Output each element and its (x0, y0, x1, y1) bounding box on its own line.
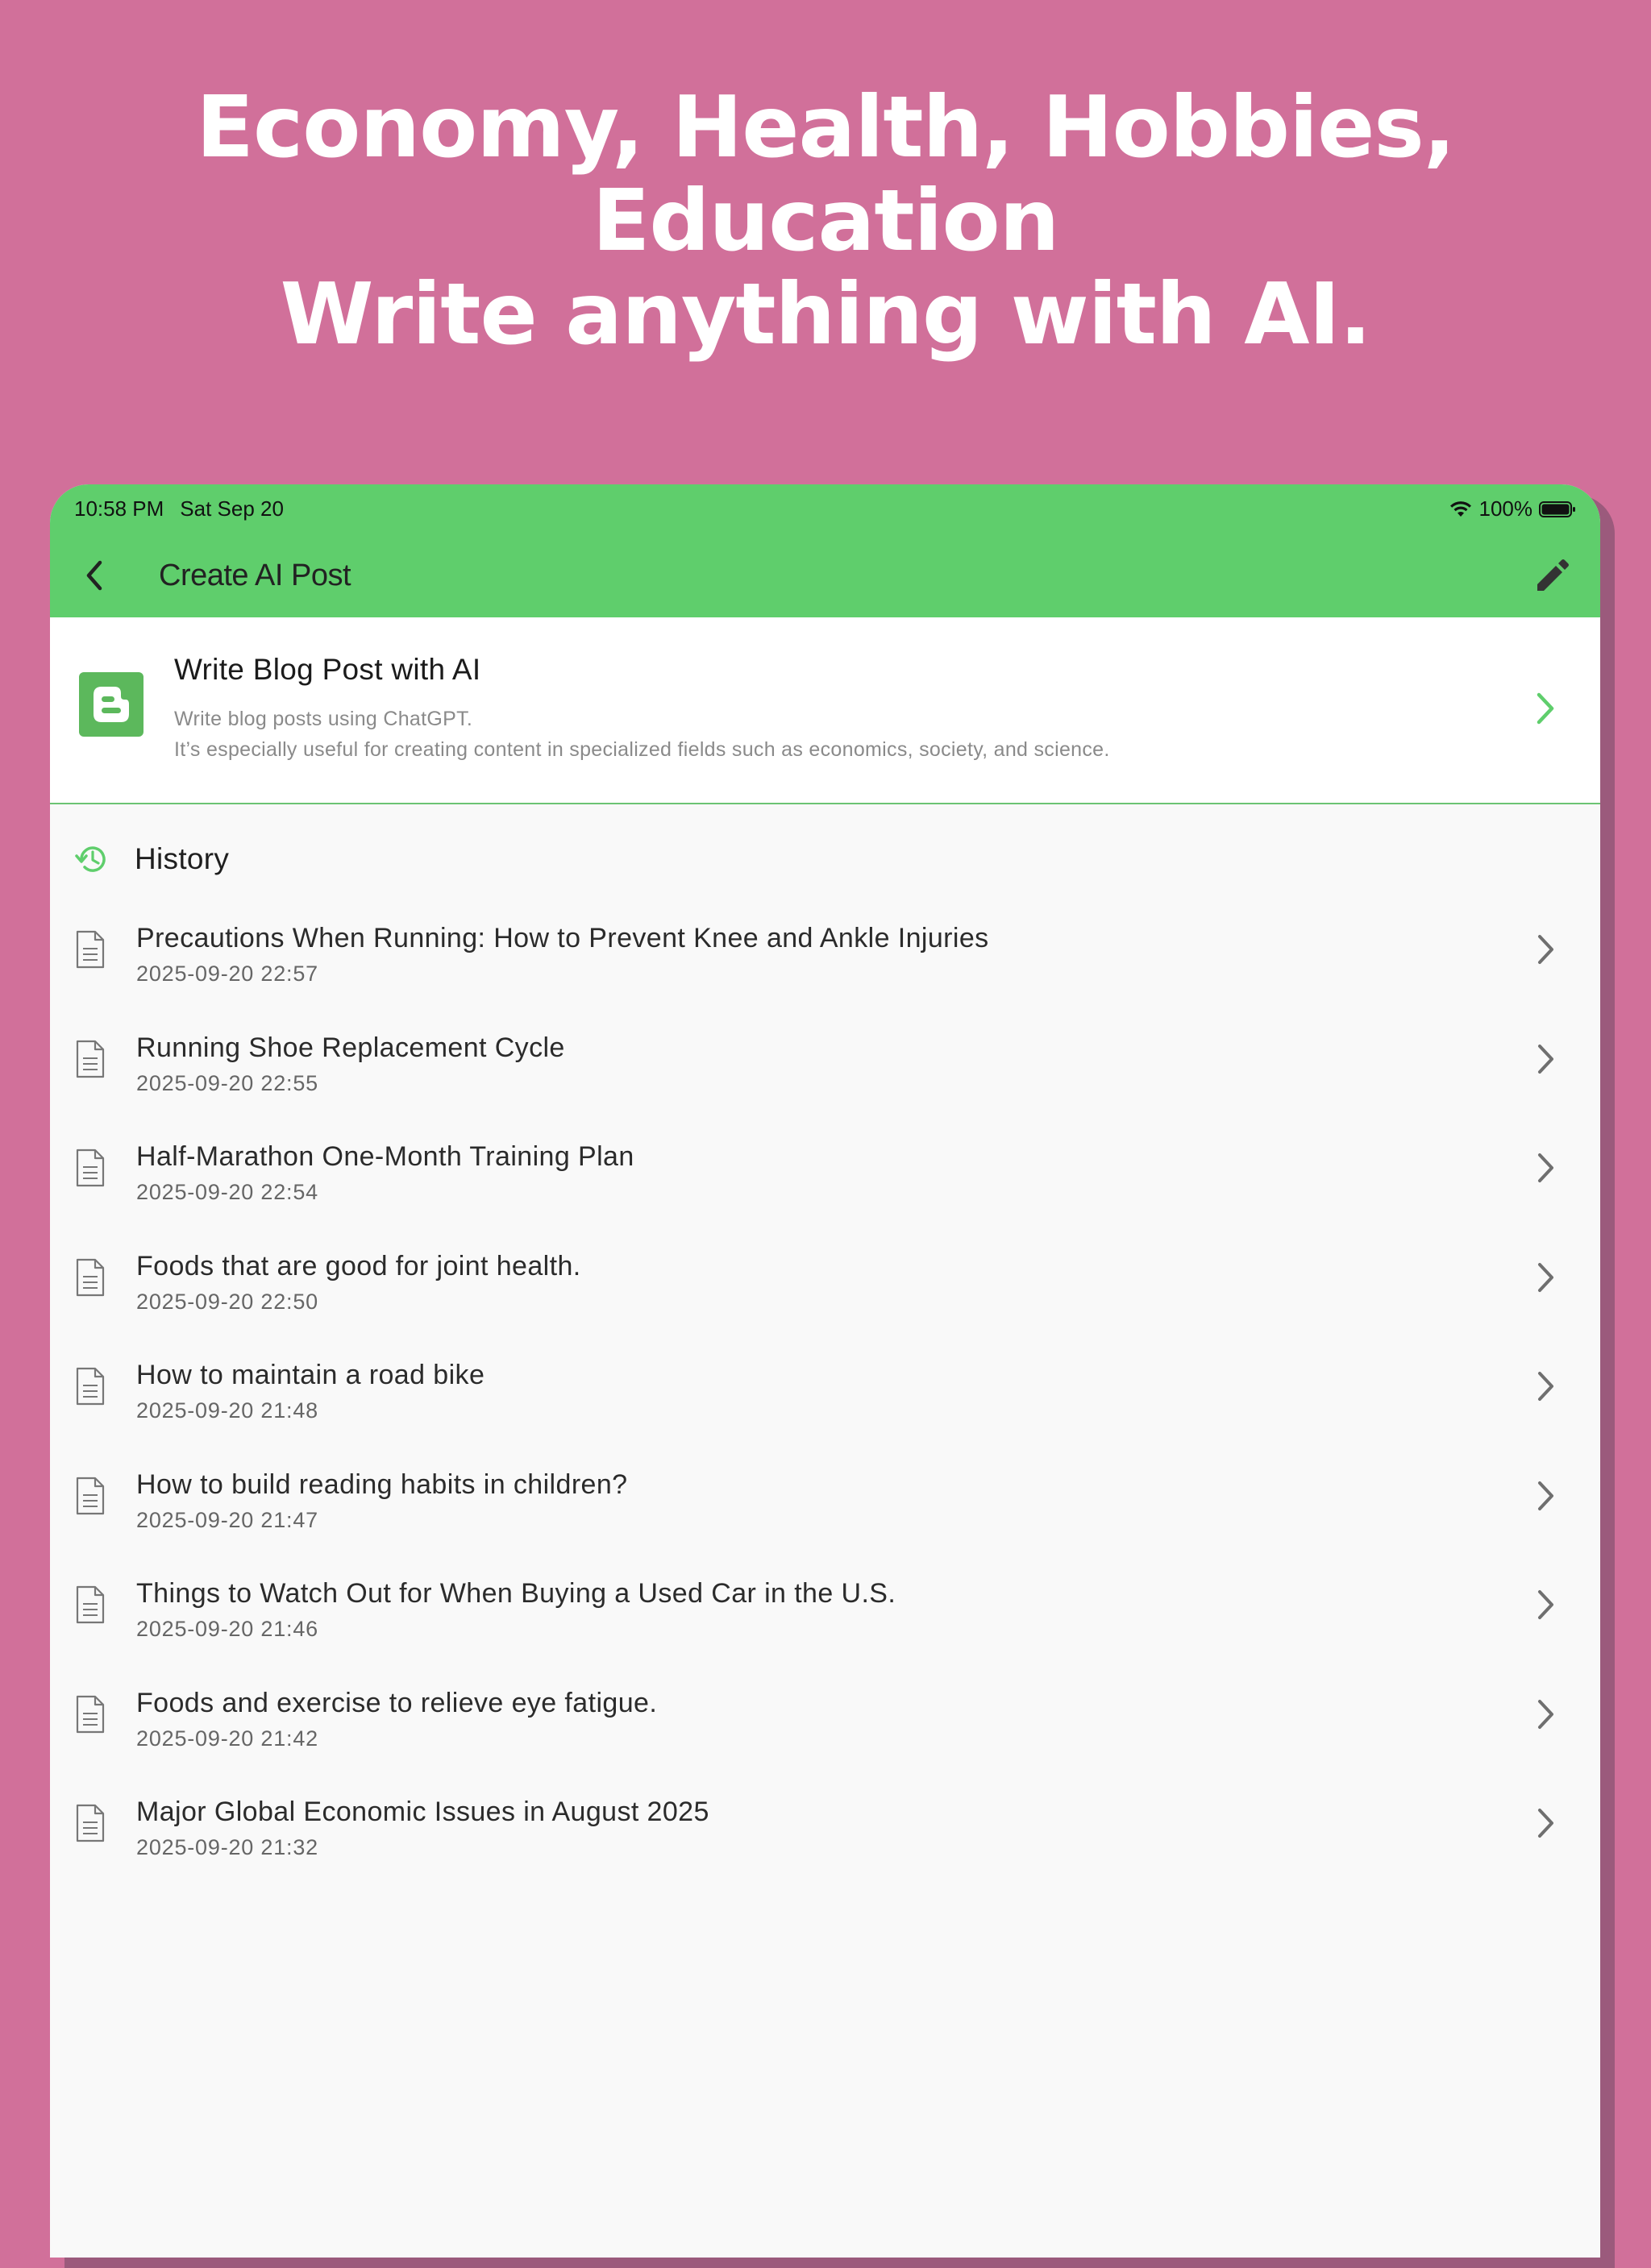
history-list-item[interactable]: Foods and exercise to relieve eye fatigu… (50, 1657, 1600, 1767)
history-list-item[interactable]: Precautions When Running: How to Prevent… (50, 892, 1600, 1002)
history-item-date: 2025-09-20 21:48 (136, 1398, 318, 1423)
pencil-icon (1537, 559, 1569, 591)
status-time: 10:58 PM (74, 496, 164, 521)
battery-icon (1539, 501, 1575, 517)
chevron-right-icon (1538, 1590, 1553, 1619)
document-icon (76, 1040, 105, 1078)
document-icon (76, 1804, 105, 1842)
chevron-right-icon (1538, 1809, 1553, 1838)
history-item-title: Foods and exercise to relieve eye fatigu… (136, 1687, 658, 1718)
history-item-title: How to maintain a road bike (136, 1360, 485, 1390)
history-list: Precautions When Running: How to Prevent… (50, 892, 1600, 1875)
app-window: 10:58 PM Sat Sep 20 100% Create AI Post (50, 484, 1600, 2258)
history-item-title: Major Global Economic Issues in August 2… (136, 1797, 709, 1827)
promo-headline: Economy, Health, Hobbies, Education Writ… (0, 81, 1651, 361)
document-icon (76, 1695, 105, 1733)
status-date: Sat Sep 20 (180, 496, 284, 521)
battery-percent: 100% (1478, 496, 1533, 521)
history-item-date: 2025-09-20 21:47 (136, 1507, 318, 1532)
promo-title: Write Blog Post with AI (174, 653, 481, 686)
history-list-item[interactable]: Major Global Economic Issues in August 2… (50, 1766, 1600, 1875)
document-icon (76, 1585, 105, 1624)
history-item-title: Running Shoe Replacement Cycle (136, 1032, 565, 1063)
history-header: History (50, 831, 1600, 887)
history-item-date: 2025-09-20 22:50 (136, 1289, 318, 1314)
document-icon (76, 1477, 105, 1514)
history-item-date: 2025-09-20 21:42 (136, 1726, 318, 1751)
history-item-date: 2025-09-20 22:55 (136, 1070, 318, 1095)
chevron-right-icon (1538, 1044, 1553, 1074)
app-bar: 10:58 PM Sat Sep 20 100% Create AI Post (50, 484, 1600, 617)
history-item-date: 2025-09-20 21:32 (136, 1835, 318, 1859)
edit-button[interactable] (1528, 552, 1576, 600)
blogger-logo-icon (79, 672, 143, 737)
history-list-item[interactable]: Running Shoe Replacement Cycle 2025-09-20… (50, 1002, 1600, 1111)
history-list-item[interactable]: Foods that are good for joint health. 202… (50, 1220, 1600, 1330)
chevron-right-icon (1538, 1262, 1553, 1292)
chevron-left-icon (86, 560, 102, 591)
wifi-icon (1449, 501, 1471, 517)
history-item-title: Half-Marathon One-Month Training Plan (136, 1141, 634, 1172)
document-icon (76, 1149, 105, 1187)
promo-description-line-1: Write blog posts using ChatGPT. (174, 708, 473, 730)
chevron-right-icon (1538, 1153, 1553, 1182)
chevron-right-icon (1537, 692, 1554, 725)
document-icon (76, 930, 105, 969)
history-label: History (135, 842, 230, 875)
back-button[interactable] (74, 555, 114, 596)
chevron-right-icon (1538, 1699, 1553, 1729)
chevron-right-icon (1538, 1372, 1553, 1401)
document-icon (76, 1367, 105, 1406)
chevron-right-icon (1538, 1481, 1553, 1510)
history-list-item[interactable]: Things to Watch Out for When Buying a Us… (50, 1547, 1600, 1657)
history-item-title: Precautions When Running: How to Prevent… (136, 923, 989, 953)
history-item-date: 2025-09-20 22:57 (136, 962, 318, 986)
promo-description: Write blog posts using ChatGPT. It’s esp… (174, 704, 1110, 765)
history-item-title: Foods that are good for joint health. (136, 1250, 581, 1281)
status-bar-left: 10:58 PM Sat Sep 20 (74, 496, 284, 521)
document-icon (76, 1258, 105, 1296)
history-list-item[interactable]: How to build reading habits in children?… (50, 1439, 1600, 1548)
promo-description-line-2: It’s especially useful for creating cont… (174, 738, 1110, 761)
history-item-title: Things to Watch Out for When Buying a Us… (136, 1578, 896, 1609)
chevron-right-icon (1538, 935, 1553, 964)
write-blog-post-card[interactable]: Write Blog Post with AI Write blog posts… (50, 617, 1600, 804)
headline-line-2: Education (592, 172, 1060, 270)
headline-line-1: Economy, Health, Hobbies, (196, 78, 1455, 177)
history-list-item[interactable]: Half-Marathon One-Month Training Plan 202… (50, 1111, 1600, 1220)
status-bar-right: 100% (1449, 496, 1577, 521)
history-icon (75, 846, 106, 872)
history-item-title: How to build reading habits in children? (136, 1468, 628, 1500)
history-item-date: 2025-09-20 22:54 (136, 1180, 318, 1204)
headline-line-3: Write anything with AI. (280, 265, 1372, 363)
history-list-item[interactable]: How to maintain a road bike 2025-09-20 21… (50, 1329, 1600, 1439)
history-item-date: 2025-09-20 21:46 (136, 1617, 318, 1641)
page-title: Create AI Post (159, 559, 351, 592)
